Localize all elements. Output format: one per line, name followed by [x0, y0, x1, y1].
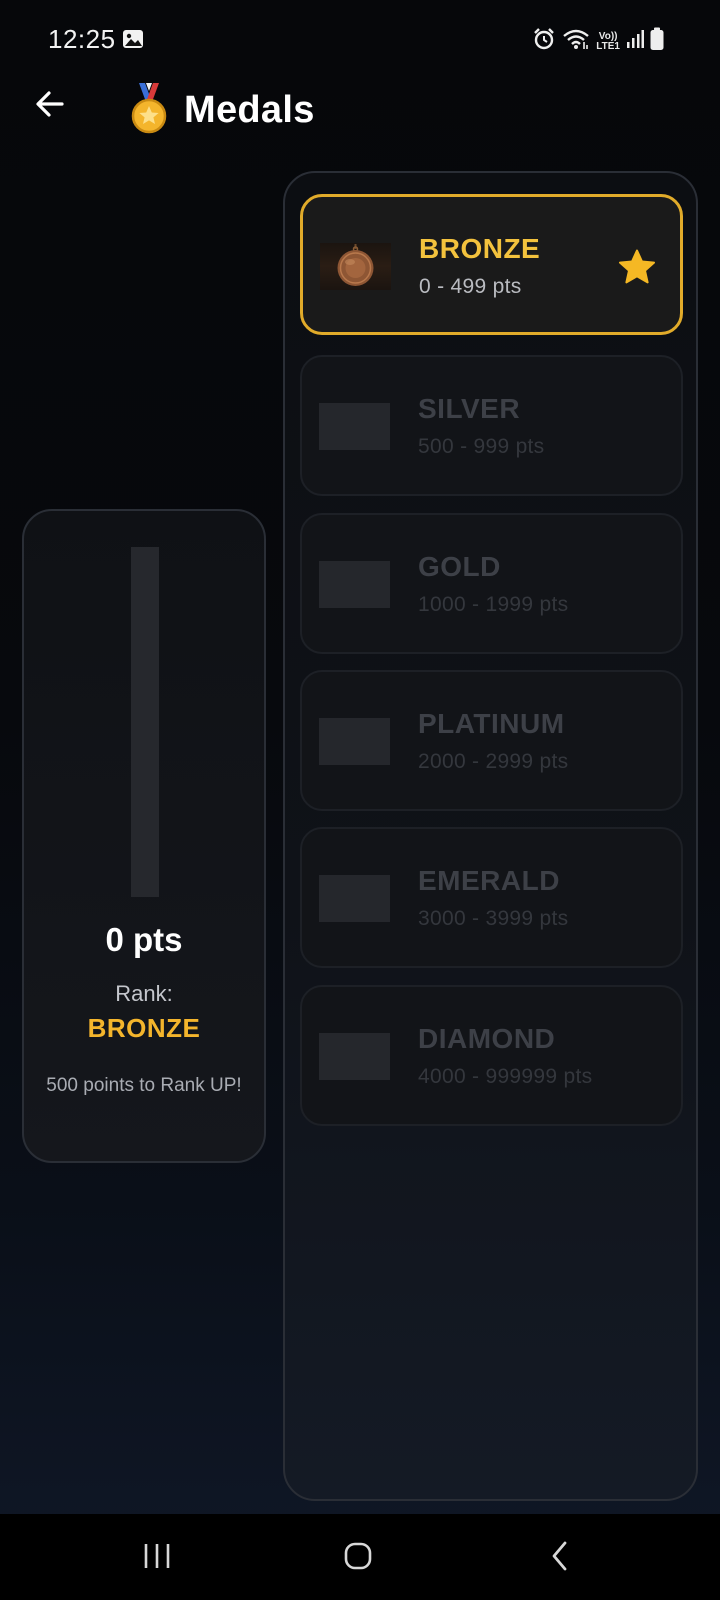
medal-name: BRONZE [419, 233, 541, 264]
network-label-bottom: LTE1 [596, 40, 620, 52]
emerald-medal-image [319, 875, 390, 922]
medal-name: EMERALD [418, 865, 560, 896]
medal-card-emerald[interactable]: EMERALD 3000 - 3999 pts [300, 827, 683, 968]
medal-name: DIAMOND [418, 1023, 556, 1054]
gold-medal-image [319, 561, 390, 608]
medal-name: SILVER [418, 393, 521, 424]
network-label-top: Vo)) [598, 30, 618, 42]
rankup-message: 500 points to Rank UP! [46, 1075, 242, 1096]
back-arrow-icon [34, 88, 66, 125]
medal-list: BRONZE 0 - 499 pts SILVER 500 - 999 pts … [283, 171, 698, 1501]
medal-card-bronze[interactable]: BRONZE 0 - 499 pts [300, 194, 683, 335]
star-icon [618, 249, 656, 290]
points-value: 0 pts [105, 921, 183, 958]
signal-icon [626, 29, 644, 54]
progress-bar [131, 547, 159, 897]
medals-screen: 12:25 Vo)) LTE1 Medals 0 pts Rank: BRONZ… [0, 0, 720, 1600]
home-button[interactable] [328, 1536, 388, 1580]
medal-card-platinum[interactable]: PLATINUM 2000 - 2999 pts [300, 670, 683, 811]
system-nav-bar [0, 1514, 720, 1600]
status-bar: 12:25 Vo)) LTE1 [0, 0, 720, 80]
gallery-icon [122, 29, 144, 54]
medal-card-gold[interactable]: GOLD 1000 - 1999 pts [300, 513, 683, 654]
title-group: Medals [130, 82, 315, 139]
silver-medal-image [319, 403, 390, 450]
diamond-medal-image [319, 1033, 390, 1080]
back-icon [548, 1540, 572, 1577]
alarm-icon [532, 27, 556, 56]
recent-apps-button[interactable] [127, 1536, 187, 1580]
platinum-medal-image [319, 718, 390, 765]
medal-range: 1000 - 1999 pts [418, 593, 569, 616]
medal-card-diamond[interactable]: DIAMOND 4000 - 999999 pts [300, 985, 683, 1126]
medal-range: 500 - 999 pts [418, 435, 545, 458]
wifi-icon [562, 28, 590, 55]
medal-name: PLATINUM [418, 708, 565, 739]
back-button[interactable] [28, 84, 72, 128]
medal-card-silver[interactable]: SILVER 500 - 999 pts [300, 355, 683, 496]
home-icon [343, 1541, 373, 1576]
recent-apps-icon [142, 1542, 172, 1575]
medal-range: 2000 - 2999 pts [418, 750, 569, 773]
status-icons: Vo)) LTE1 [532, 27, 664, 56]
medal-icon [130, 82, 168, 139]
medal-range: 4000 - 999999 pts [418, 1065, 593, 1088]
medal-name: GOLD [418, 551, 501, 582]
app-bar: Medals [0, 78, 720, 140]
network-label: Vo)) LTE1 [596, 30, 620, 52]
medal-range: 0 - 499 pts [419, 275, 522, 298]
status-time: 12:25 [48, 24, 116, 54]
bronze-medal-icon [320, 243, 391, 290]
page-title: Medals [184, 89, 315, 131]
rank-value: BRONZE [87, 1013, 201, 1043]
progress-card: 0 pts Rank: BRONZE 500 points to Rank UP… [22, 509, 266, 1163]
rank-label: Rank: [115, 981, 173, 1006]
battery-icon [650, 27, 664, 56]
nav-back-button[interactable] [530, 1536, 590, 1580]
medal-range: 3000 - 3999 pts [418, 907, 569, 930]
